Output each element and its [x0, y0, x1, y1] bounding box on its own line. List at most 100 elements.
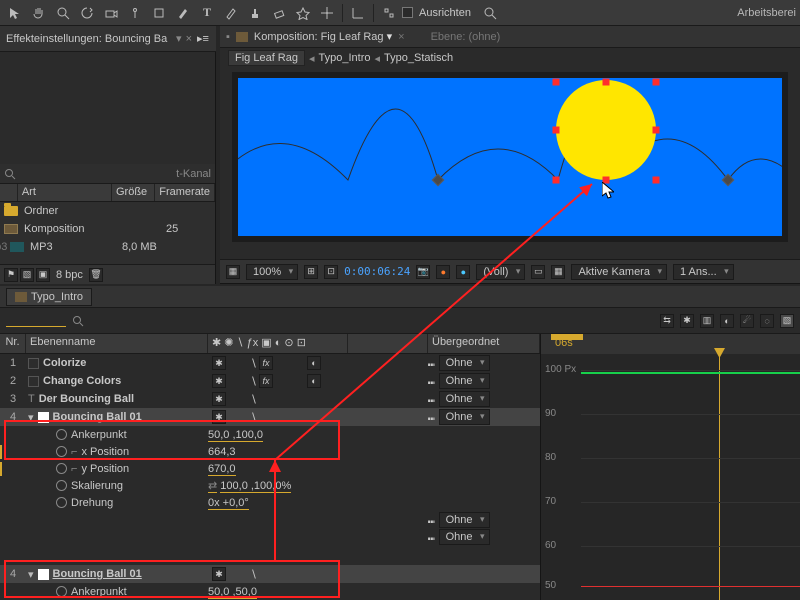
timecode-mode-icon[interactable]: ⊡ — [324, 265, 338, 279]
comp-icon — [15, 292, 27, 302]
col-switches[interactable]: ✱ ✺ ∖ ƒx ▣ ◐ ⊙ ⊡ — [208, 334, 348, 353]
current-time-indicator[interactable] — [719, 354, 720, 600]
stopwatch-icon[interactable] — [56, 480, 67, 491]
view-layout-dropdown[interactable]: 1 Ans... — [673, 264, 734, 280]
resolution-icon[interactable]: ⊞ — [304, 265, 318, 279]
frameblend-icon[interactable]: ▥ — [700, 314, 714, 328]
graph-editor[interactable]: 06s 100 Px 90 80 70 60 50 — [540, 334, 800, 600]
grid-icon[interactable]: ▦ — [551, 265, 565, 279]
col-fps[interactable]: Framerate — [155, 184, 215, 201]
zoom-dropdown[interactable]: 100% — [246, 264, 298, 280]
project-row-comp[interactable]: Komposition 25 — [0, 220, 215, 238]
trash-icon[interactable]: 🗑 — [89, 268, 103, 282]
roto-tool[interactable] — [292, 3, 314, 23]
rotate-tool[interactable] — [76, 3, 98, 23]
col-type[interactable]: Art — [18, 184, 112, 201]
current-timecode[interactable]: 0:00:06:24 — [344, 265, 410, 278]
mouse-cursor-icon — [602, 182, 614, 200]
time-ruler[interactable]: 06s — [541, 334, 800, 354]
kanal-label: t-Kanal — [176, 168, 211, 180]
snapshot-icon[interactable]: 📷 — [416, 265, 430, 279]
composition-icon — [4, 224, 18, 234]
viewer-tab-active[interactable]: Komposition: Fig Leaf Rag ▾ — [254, 30, 392, 43]
selection-handle[interactable] — [603, 79, 610, 86]
panel-menu-icon[interactable]: ▸≡ — [196, 32, 210, 45]
crumb-2[interactable]: Typo_Statisch — [384, 52, 453, 64]
selection-handle[interactable] — [653, 127, 660, 134]
stopwatch-icon[interactable] — [56, 586, 67, 597]
timeline-tab[interactable]: Typo_Intro — [6, 288, 92, 306]
axis-mode[interactable] — [347, 3, 369, 23]
puppet-tool[interactable] — [316, 3, 338, 23]
interpret-footage-icon[interactable]: ⚑ — [4, 268, 18, 282]
crumb-1[interactable]: Typo_Intro — [319, 52, 371, 64]
stopwatch-icon[interactable] — [56, 497, 67, 508]
camera-tool[interactable] — [100, 3, 122, 23]
lock-icon[interactable]: ▪ — [226, 31, 230, 43]
graph-curve — [581, 586, 800, 587]
brainstorm-icon[interactable]: ☄ — [740, 314, 754, 328]
always-preview-icon[interactable]: ▦ — [226, 265, 240, 279]
auto-keyframe-icon[interactable]: ◌ — [760, 314, 774, 328]
new-folder-icon[interactable]: ▣ — [36, 268, 50, 282]
stopwatch-icon[interactable] — [56, 463, 67, 474]
keyframe-nav-icon[interactable] — [0, 445, 2, 459]
align-checkbox[interactable] — [402, 7, 413, 18]
main-toolbar: T Ausrichten Arbeitsberei — [0, 0, 800, 26]
draft3d-icon[interactable]: ✱ — [680, 314, 694, 328]
col-modes[interactable] — [348, 334, 428, 353]
col-parent[interactable]: Übergeordnet — [428, 334, 540, 353]
col-nr[interactable]: Nr. — [0, 334, 26, 353]
snap-toggle[interactable] — [378, 3, 400, 23]
camera-dropdown[interactable]: Aktive Kamera — [571, 264, 667, 280]
search-icon[interactable] — [72, 315, 84, 327]
stopwatch-icon[interactable] — [56, 429, 67, 440]
canvas[interactable] — [232, 72, 788, 242]
channel-icon[interactable]: ● — [436, 265, 450, 279]
keyframe-nav-icon[interactable] — [0, 462, 2, 476]
channel-icon[interactable]: ● — [456, 265, 470, 279]
project-row-mp3[interactable]: mp3 MP3 8,0 MB — [0, 238, 215, 256]
viewer-tabs: ▪ Komposition: Fig Leaf Rag ▾ × Ebene: (… — [220, 26, 800, 48]
selection-handle[interactable] — [653, 79, 660, 86]
new-comp-icon[interactable]: ▧ — [20, 268, 34, 282]
selection-handle[interactable] — [553, 177, 560, 184]
stamp-tool[interactable] — [244, 3, 266, 23]
project-panel: t-Kanal Art Größe Framerate Ordner Kompo… — [0, 164, 216, 284]
bpc-indicator[interactable]: 8 bpc — [56, 269, 83, 281]
roi-icon[interactable]: ▭ — [531, 265, 545, 279]
selection-handle[interactable] — [653, 177, 660, 184]
col-size[interactable]: Größe — [112, 184, 155, 201]
color-label[interactable] — [28, 376, 39, 387]
selection-tool[interactable] — [4, 3, 26, 23]
project-row-folder[interactable]: Ordner — [0, 202, 215, 220]
motionblur-icon[interactable]: ◐ — [720, 314, 734, 328]
stopwatch-icon[interactable] — [56, 446, 67, 457]
effects-panel-tab[interactable]: Effekteinstellungen: Bouncing Ba ▾ × ▸≡ — [0, 26, 216, 52]
selection-handle[interactable] — [553, 127, 560, 134]
viewer-tab-layer[interactable]: Ebene: (ohne) — [431, 31, 501, 43]
timecode-field[interactable] — [6, 314, 66, 327]
col-name[interactable]: Ebenenname — [26, 334, 208, 353]
eraser-tool[interactable] — [268, 3, 290, 23]
hand-tool[interactable] — [28, 3, 50, 23]
color-label[interactable] — [38, 569, 49, 580]
search-icon[interactable] — [479, 3, 501, 23]
rect-tool[interactable] — [148, 3, 170, 23]
anchor-tool[interactable] — [124, 3, 146, 23]
workarea-icon — [551, 334, 583, 340]
color-label[interactable] — [28, 358, 39, 369]
zoom-tool[interactable] — [52, 3, 74, 23]
selection-handle[interactable] — [553, 79, 560, 86]
comp-mini-flowchart-icon[interactable]: ⇆ — [660, 314, 674, 328]
brush-tool[interactable] — [220, 3, 242, 23]
text-tool[interactable]: T — [196, 3, 218, 23]
graph-editor-icon[interactable]: ▧ — [780, 314, 794, 328]
shape-ball[interactable] — [556, 80, 656, 180]
crumb-0[interactable]: Fig Leaf Rag — [228, 50, 305, 66]
effects-title: Effekteinstellungen: Bouncing Ba — [6, 33, 172, 45]
pen-tool[interactable] — [172, 3, 194, 23]
color-label[interactable] — [38, 412, 49, 423]
workspace-menu[interactable]: Arbeitsberei — [737, 7, 796, 19]
resolution-dropdown[interactable]: (Voll) — [476, 264, 525, 280]
